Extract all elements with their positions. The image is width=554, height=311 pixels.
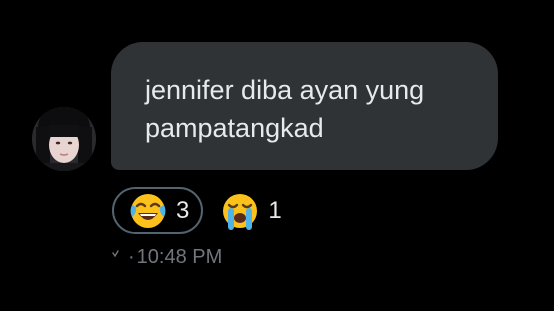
- reaction-count: 3: [176, 196, 190, 224]
- message-bubble[interactable]: jennifer diba ayan yung pampatangkad: [111, 42, 498, 170]
- sent-status-icon: [111, 247, 125, 269]
- meta-separator: ·: [128, 246, 135, 268]
- reactions-row: 3 1: [112, 185, 282, 236]
- face-with-tears-of-joy-emoji: [128, 191, 168, 231]
- message-meta: · 10:48 PM: [111, 246, 222, 269]
- avatar-image: [32, 107, 96, 171]
- reaction-count: 1: [268, 196, 282, 224]
- reaction-tears-of-joy-button[interactable]: 3: [112, 187, 204, 234]
- avatar[interactable]: [32, 107, 96, 171]
- loudly-crying-face-emoji: [220, 191, 260, 231]
- message-text-line-1: jennifer diba ayan yung: [145, 75, 425, 105]
- message-text-line-2: pampatangkad: [145, 113, 324, 143]
- reaction-loudly-crying-button[interactable]: 1: [220, 187, 282, 234]
- message-timestamp: 10:48 PM: [136, 246, 223, 268]
